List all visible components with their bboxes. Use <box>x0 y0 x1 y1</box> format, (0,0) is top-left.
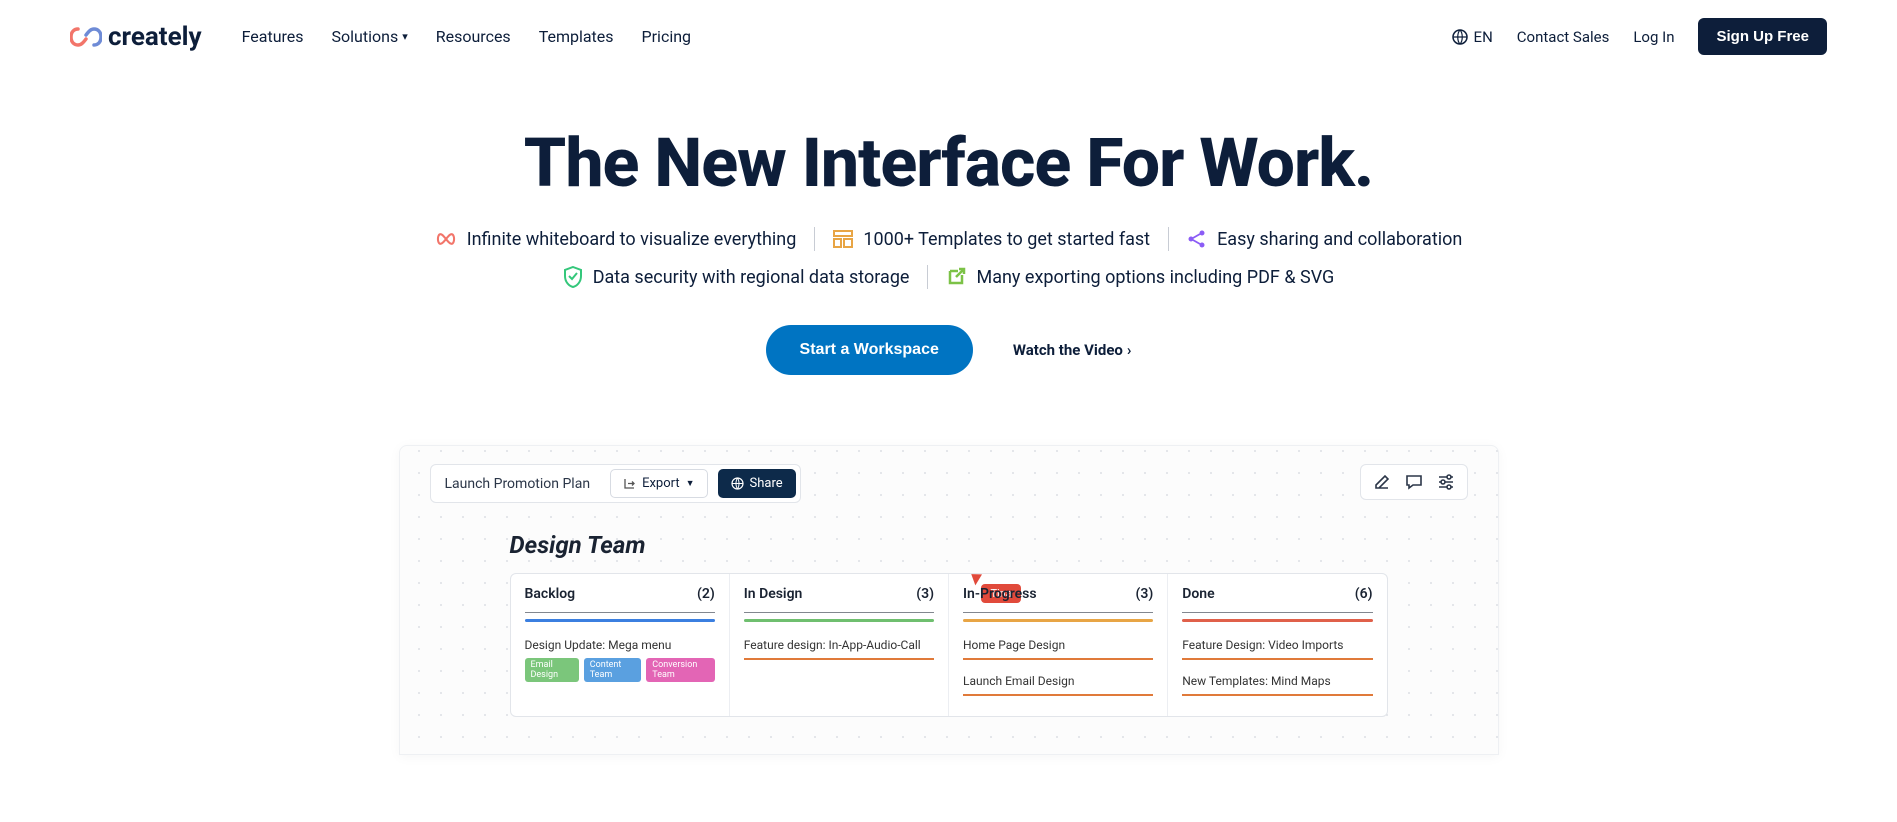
column-bar <box>744 619 934 622</box>
kanban-card[interactable]: New Templates: Mind Maps <box>1182 668 1372 704</box>
card-bar <box>1182 694 1372 696</box>
card-bar <box>963 694 1153 696</box>
chevron-down-icon: ▾ <box>402 30 408 43</box>
kanban-column: Backlog (2) Design Update: Mega menu Email … <box>511 574 730 716</box>
feature-whiteboard: Infinite whiteboard to visualize everyth… <box>435 229 797 250</box>
infinity-icon <box>435 230 457 248</box>
separator <box>1168 227 1169 251</box>
kanban-column: Done (6) Feature Design: Video Imports New … <box>1168 574 1386 716</box>
feature-label: Many exporting options including PDF & S… <box>976 267 1334 288</box>
column-bar <box>525 619 715 622</box>
separator <box>927 265 928 289</box>
kanban-card[interactable]: Feature design: In-App-Audio-Call <box>744 632 934 668</box>
watch-video-link[interactable]: Watch the Video› <box>1013 341 1132 359</box>
mockup-title: Launch Promotion Plan <box>435 476 601 492</box>
settings-icon[interactable] <box>1437 473 1455 491</box>
kanban-card[interactable]: Feature Design: Video Imports <box>1182 632 1372 668</box>
column-header: In-Progress (3) <box>963 586 1153 613</box>
nav-features[interactable]: Features <box>242 27 304 46</box>
kanban-board: Backlog (2) Design Update: Mega menu Email … <box>510 573 1388 717</box>
feature-label: Infinite whiteboard to visualize everyth… <box>467 229 797 250</box>
comment-icon[interactable] <box>1405 473 1423 491</box>
hero-title: The New Interface For Work. <box>0 123 1897 203</box>
column-name: In Design <box>744 586 803 602</box>
shield-icon <box>563 266 583 288</box>
card-title: New Templates: Mind Maps <box>1182 674 1372 688</box>
column-name: In-Progress <box>963 586 1037 602</box>
export-icon <box>946 267 966 287</box>
card-bar <box>963 658 1153 660</box>
card-title: Launch Email Design <box>963 674 1153 688</box>
tag: Content Team <box>584 658 642 682</box>
column-count: (6) <box>1355 586 1373 602</box>
kanban-column: In-Progress (3) Home Page Design Launch Ema… <box>949 574 1168 716</box>
start-workspace-button[interactable]: Start a Workspace <box>766 325 973 375</box>
card-title: Home Page Design <box>963 638 1153 652</box>
card-title: Design Update: Mega menu <box>525 638 715 652</box>
tag: Conversion Team <box>646 658 714 682</box>
kanban-card[interactable]: Home Page Design <box>963 632 1153 668</box>
nav-solutions-label: Solutions <box>332 27 399 46</box>
share-icon <box>1187 229 1207 249</box>
feature-security: Data security with regional data storage <box>563 266 910 288</box>
nav-resources[interactable]: Resources <box>436 27 511 46</box>
chevron-right-icon: › <box>1127 341 1132 359</box>
logo-icon <box>70 26 102 48</box>
board-title: Design Team <box>510 531 1388 559</box>
language-selector[interactable]: EN <box>1452 28 1493 46</box>
kanban-card[interactable]: Launch Email Design <box>963 668 1153 704</box>
signup-button[interactable]: Sign Up Free <box>1698 18 1827 55</box>
export-label: Export <box>642 476 680 491</box>
contact-sales-link[interactable]: Contact Sales <box>1517 28 1610 46</box>
mockup-toolbar: Launch Promotion Plan Export ▼ Share <box>430 464 801 503</box>
templates-icon <box>833 230 853 248</box>
column-name: Backlog <box>525 586 576 602</box>
nav-solutions[interactable]: Solutions▾ <box>332 27 408 46</box>
app-mockup: Launch Promotion Plan Export ▼ Share Tin… <box>399 445 1499 755</box>
card-tags: Email DesignContent TeamConversion Team <box>525 658 715 682</box>
logo-text: creately <box>108 22 202 52</box>
edit-icon[interactable] <box>1373 473 1391 491</box>
watch-label: Watch the Video <box>1013 341 1123 359</box>
feature-label: 1000+ Templates to get started fast <box>863 229 1150 250</box>
nav-templates[interactable]: Templates <box>539 27 614 46</box>
column-name: Done <box>1182 586 1214 602</box>
column-header: In Design (3) <box>744 586 934 613</box>
feature-label: Easy sharing and collaboration <box>1217 229 1462 250</box>
feature-sharing: Easy sharing and collaboration <box>1187 229 1462 250</box>
export-button[interactable]: Export ▼ <box>610 469 707 498</box>
feature-export: Many exporting options including PDF & S… <box>946 267 1334 288</box>
share-label: Share <box>750 476 783 491</box>
login-link[interactable]: Log In <box>1633 28 1674 46</box>
chevron-down-icon: ▼ <box>686 478 695 489</box>
tag: Email Design <box>525 658 579 682</box>
language-label: EN <box>1474 28 1493 46</box>
card-bar <box>1182 658 1372 660</box>
kanban-column: In Design (3) Feature design: In-App-Audio… <box>730 574 949 716</box>
kanban-card[interactable]: Design Update: Mega menu Email DesignCont… <box>525 632 715 690</box>
card-title: Feature design: In-App-Audio-Call <box>744 638 934 652</box>
globe-icon <box>731 477 744 490</box>
column-bar <box>1182 619 1372 622</box>
column-header: Done (6) <box>1182 586 1372 613</box>
column-count: (2) <box>697 586 715 602</box>
nav-pricing[interactable]: Pricing <box>642 27 692 46</box>
export-icon <box>623 477 636 490</box>
column-count: (3) <box>1135 586 1153 602</box>
globe-icon <box>1452 29 1468 45</box>
separator <box>814 227 815 251</box>
column-bar <box>963 619 1153 622</box>
feature-label: Data security with regional data storage <box>593 267 910 288</box>
column-count: (3) <box>916 586 934 602</box>
card-title: Feature Design: Video Imports <box>1182 638 1372 652</box>
logo[interactable]: creately <box>70 22 202 52</box>
share-button[interactable]: Share <box>718 469 796 498</box>
feature-templates: 1000+ Templates to get started fast <box>833 229 1150 250</box>
card-bar <box>744 658 934 660</box>
column-header: Backlog (2) <box>525 586 715 613</box>
